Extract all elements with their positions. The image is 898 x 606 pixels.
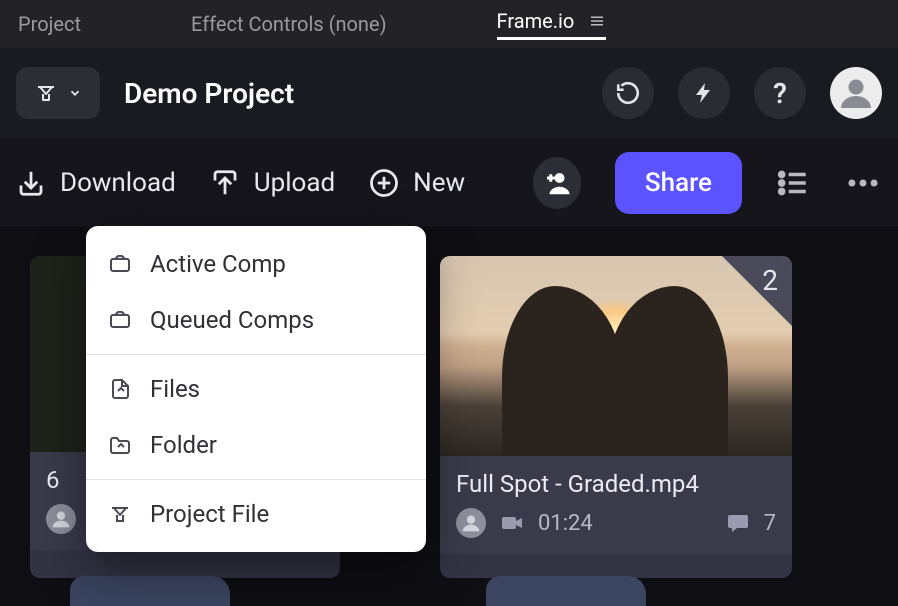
download-button[interactable]: Download — [16, 168, 176, 198]
asset-title: Full Spot - Graded.mp4 — [456, 470, 776, 498]
lightning-button[interactable] — [678, 67, 730, 119]
refresh-icon — [615, 80, 641, 106]
menu-item-queued-comps[interactable]: Queued Comps — [86, 292, 426, 348]
folder-upload-icon — [108, 433, 132, 457]
menu-item-label: Queued Comps — [150, 306, 314, 334]
video-icon — [500, 511, 524, 535]
new-menu-popup: Active Comp Queued Comps Files Folder — [86, 226, 426, 552]
more-button[interactable] — [844, 164, 882, 202]
download-icon — [16, 168, 46, 198]
menu-item-label: Project File — [150, 500, 269, 528]
uploader-avatar — [456, 508, 486, 538]
new-button[interactable]: New — [369, 168, 465, 198]
folder-card-stub[interactable] — [486, 576, 646, 606]
tab-project-label: Project — [18, 12, 81, 36]
tab-effect-controls-none: (none) — [329, 12, 387, 36]
menu-item-label: Folder — [150, 431, 217, 459]
asset-meta: Full Spot - Graded.mp4 01:24 7 — [440, 456, 792, 554]
share-button[interactable]: Share — [615, 152, 742, 214]
tab-effect-controls-label: Effect Controls — [191, 12, 324, 36]
tab-project[interactable]: Project — [18, 12, 81, 36]
add-user-button[interactable] — [533, 157, 581, 209]
project-file-icon — [108, 502, 132, 526]
menu-separator — [86, 479, 426, 480]
version-badge-bg — [722, 256, 792, 326]
uploader-avatar — [46, 504, 76, 534]
user-avatar[interactable] — [830, 67, 882, 119]
frameio-logo-icon — [34, 81, 58, 105]
plus-circle-icon — [369, 168, 399, 198]
list-icon — [776, 166, 810, 200]
menu-item-project-file[interactable]: Project File — [86, 486, 426, 542]
menu-item-label: Active Comp — [150, 250, 286, 278]
refresh-button[interactable] — [602, 67, 654, 119]
comp-icon — [108, 252, 132, 276]
action-toolbar: Download Upload New Share — [0, 138, 898, 228]
folder-card-stub[interactable] — [70, 576, 230, 606]
project-title: Demo Project — [124, 77, 294, 110]
menu-separator — [86, 354, 426, 355]
asset-duration: 01:24 — [538, 511, 593, 536]
menu-item-label: Files — [150, 375, 200, 403]
project-picker[interactable] — [16, 67, 100, 119]
comment-icon — [726, 511, 750, 535]
upload-label: Upload — [254, 168, 335, 198]
download-label: Download — [60, 168, 176, 198]
upload-icon — [210, 168, 240, 198]
asset-card[interactable]: 2 Full Spot - Graded.mp4 01:24 7 — [440, 256, 792, 578]
share-label: Share — [645, 168, 712, 198]
menu-item-folder[interactable]: Folder — [86, 417, 426, 473]
add-user-icon — [542, 168, 572, 198]
panel-menu-icon[interactable] — [588, 12, 606, 30]
file-upload-icon — [108, 377, 132, 401]
user-silhouette-icon — [838, 75, 874, 111]
lightning-icon — [692, 81, 716, 105]
project-header: Demo Project ? — [0, 48, 898, 138]
help-button[interactable]: ? — [754, 67, 806, 119]
upload-button[interactable]: Upload — [210, 168, 335, 198]
help-icon: ? — [773, 77, 787, 110]
list-view-button[interactable] — [776, 166, 810, 200]
version-badge: 2 — [762, 264, 778, 297]
panel-tabstrip: Project Effect Controls (none) Frame.io — [0, 0, 898, 48]
comp-queue-icon — [108, 308, 132, 332]
menu-item-active-comp[interactable]: Active Comp — [86, 236, 426, 292]
more-horizontal-icon — [844, 164, 882, 202]
tab-effect-controls[interactable]: Effect Controls (none) — [191, 12, 387, 36]
tab-frameio[interactable]: Frame.io — [497, 9, 607, 40]
menu-item-files[interactable]: Files — [86, 361, 426, 417]
asset-thumbnail: 2 — [440, 256, 792, 456]
comment-count: 7 — [764, 511, 776, 536]
chevron-down-icon — [68, 86, 82, 100]
new-label: New — [413, 168, 465, 198]
tab-frameio-label: Frame.io — [497, 9, 575, 33]
